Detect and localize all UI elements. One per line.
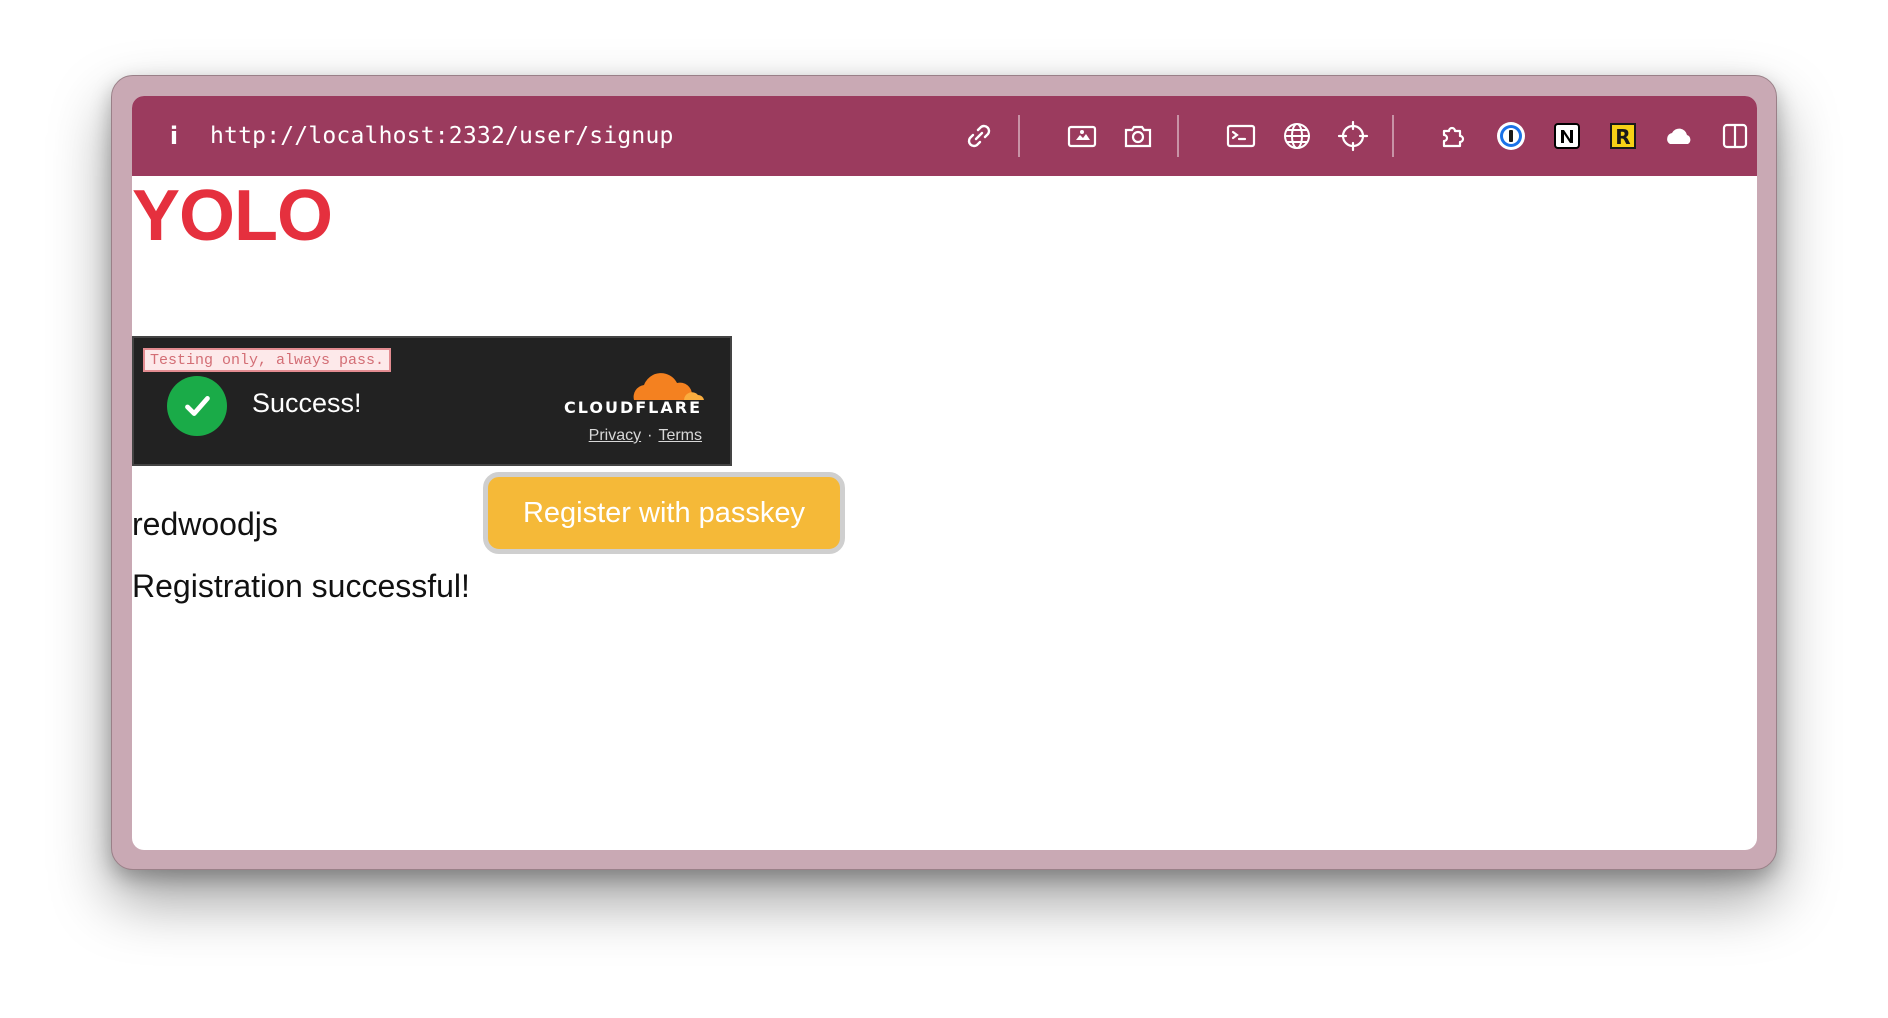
terms-link[interactable]: Terms	[658, 427, 702, 444]
r-extension-icon[interactable]: R	[1605, 118, 1641, 154]
1password-icon[interactable]	[1493, 118, 1529, 154]
success-check-icon	[167, 376, 227, 436]
svg-text:R: R	[1615, 125, 1630, 149]
toolbar-separator	[1018, 115, 1020, 157]
toolbar-separator	[1392, 115, 1394, 157]
cloudflare-turnstile-widget: Testing only, always pass. Success! CLOU…	[132, 336, 732, 466]
registration-status: Registration successful!	[132, 568, 470, 604]
globe-icon[interactable]	[1279, 118, 1315, 154]
extensions-icon[interactable]	[1437, 118, 1473, 154]
crosshair-icon[interactable]	[1335, 118, 1371, 154]
register-passkey-button[interactable]: Register with passkey	[483, 472, 845, 554]
notion-icon[interactable]	[1549, 118, 1585, 154]
terminal-icon[interactable]	[1223, 118, 1259, 154]
turnstile-links: Privacy · Terms	[552, 427, 702, 445]
link-icon[interactable]	[961, 118, 997, 154]
sidebar-toggle-icon[interactable]	[1717, 118, 1753, 154]
browser-window: i http://localhost:2332/user/signup R YO…	[132, 96, 1757, 850]
toolbar-icons: R	[132, 96, 1757, 176]
screenshot-area-icon[interactable]	[1064, 118, 1100, 154]
page-content: YOLO Testing only, always pass. Success!…	[132, 176, 1757, 850]
camera-icon[interactable]	[1120, 118, 1156, 154]
cloudflare-brand: CLOUDFLARE	[564, 398, 702, 417]
privacy-link[interactable]: Privacy	[589, 427, 641, 444]
cloud-icon[interactable]	[1661, 118, 1697, 154]
turnstile-status: Success!	[252, 388, 362, 418]
test-notice: Testing only, always pass.	[143, 348, 392, 372]
username-label: redwoodjs	[132, 506, 278, 542]
toolbar-separator	[1177, 115, 1179, 157]
browser-toolbar: i http://localhost:2332/user/signup R	[132, 96, 1757, 176]
link-separator: ·	[647, 427, 653, 444]
page-heading: YOLO	[132, 176, 333, 256]
